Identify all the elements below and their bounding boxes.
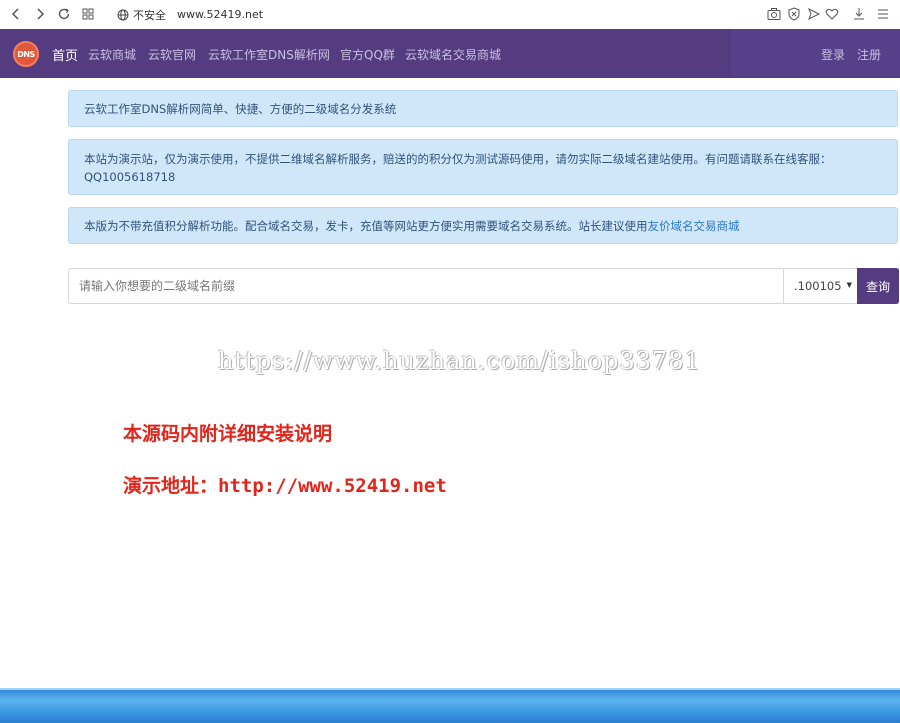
taskbar-highlight [0, 688, 900, 690]
notice-alert: 本站为演示站，仅为演示使用，不提供二维域名解析服务，赔送的的积分仅为测试源码使用… [68, 139, 898, 195]
register-link[interactable]: 注册 [857, 46, 881, 63]
nav-dns-studio[interactable]: 云软工作室DNS解析网 [208, 46, 330, 63]
camera-icon[interactable] [766, 6, 782, 22]
back-icon[interactable] [8, 6, 24, 22]
domain-prefix-input[interactable] [69, 269, 783, 303]
suffix-value: .100105 [794, 279, 842, 293]
intro-text: 云软工作室DNS解析网简单、快捷、方便的二级域名分发系统 [84, 102, 397, 116]
demo-address: 演示地址：http://www.52419.net [123, 475, 447, 497]
logo-text: DNS [17, 49, 35, 59]
version-alert: 本版为不带充值积分解析功能。配合域名交易，发卡，充值等网站更方便实用需要域名交易… [68, 207, 898, 244]
domain-market-link[interactable]: 友价域名交易商城 [648, 219, 740, 233]
forward-icon[interactable] [32, 6, 48, 22]
browser-toolbar: 不安全 www.52419.net [0, 0, 900, 30]
watermark-url: https://www.huzhan.com/ishop33781 [218, 347, 701, 375]
download-icon[interactable] [851, 6, 867, 22]
security-indicator[interactable]: 不安全 [117, 7, 166, 23]
nav-home[interactable]: 首页 [52, 45, 78, 64]
send-icon[interactable] [806, 6, 822, 22]
domain-search-group: .100105 ▼ [68, 268, 899, 304]
heart-icon[interactable] [824, 6, 840, 22]
query-button[interactable]: 查询 [857, 268, 899, 304]
nav-domain-market[interactable]: 云软域名交易商城 [405, 46, 501, 63]
install-note: 本源码内附详细安装说明 [123, 423, 333, 445]
reload-icon[interactable] [56, 6, 72, 22]
globe-icon [117, 9, 129, 21]
apps-grid-icon[interactable] [80, 6, 96, 22]
nav-yunruan-site[interactable]: 云软官网 [148, 46, 196, 63]
address-bar-url[interactable]: www.52419.net [177, 8, 263, 21]
security-label: 不安全 [133, 9, 166, 22]
domain-suffix-select[interactable]: .100105 ▼ [783, 269, 857, 303]
login-link[interactable]: 登录 [821, 46, 845, 63]
menu-icon[interactable] [875, 6, 891, 22]
version-text: 本版为不带充值积分解析功能。配合域名交易，发卡，充值等网站更方便实用需要域名交易… [84, 219, 648, 233]
intro-alert: 云软工作室DNS解析网简单、快捷、方便的二级域名分发系统 [68, 90, 898, 127]
caret-down-icon: ▼ [846, 281, 852, 289]
shield-icon[interactable] [786, 6, 802, 22]
nav-qq-group[interactable]: 官方QQ群 [340, 46, 395, 63]
desktop-taskbar [0, 688, 900, 723]
nav-yunruan-mall[interactable]: 云软商城 [88, 46, 136, 63]
notice-qq: QQ1005618718 [84, 170, 176, 184]
dns-logo[interactable]: DNS [13, 41, 39, 67]
notice-text: 本站为演示站，仅为演示使用，不提供二维域名解析服务，赔送的的积分仅为测试源码使用… [84, 152, 832, 166]
